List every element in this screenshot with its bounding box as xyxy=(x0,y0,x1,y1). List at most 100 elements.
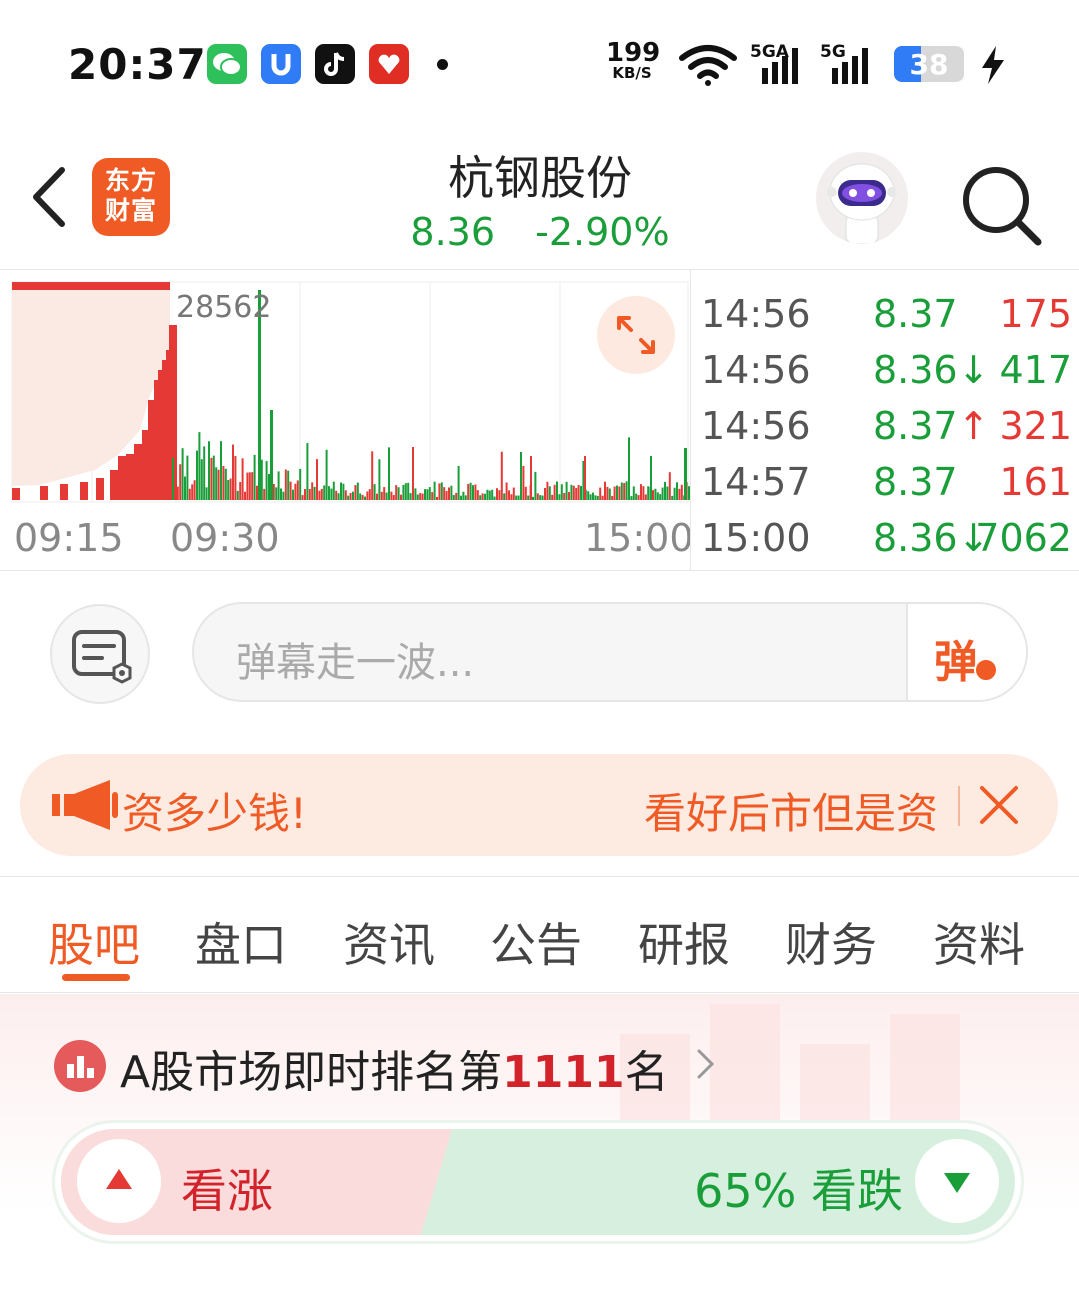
peak-volume-label: 28562 xyxy=(176,290,272,325)
ai-assistant-avatar[interactable] xyxy=(816,152,908,244)
intraday-volume-chart[interactable]: 28562 09:15 09:30 15:00 xyxy=(0,270,694,570)
volume-bar xyxy=(637,495,640,500)
volume-bar xyxy=(524,486,527,500)
volume-bar xyxy=(623,483,626,500)
close-icon[interactable] xyxy=(974,780,1024,830)
trade-row: 14:56 8.37↑ 321 xyxy=(691,404,1079,460)
volume-bar xyxy=(277,471,280,500)
market-ranking-link[interactable]: A股市场即时排名第1111名 xyxy=(120,1036,669,1100)
danmu-send-label: 弹 xyxy=(934,637,978,688)
eastmoney-logo[interactable]: 东方 财富 xyxy=(92,158,170,236)
vote-up-button[interactable] xyxy=(77,1139,161,1223)
volume-bar xyxy=(176,486,179,500)
danmu-settings-button[interactable] xyxy=(50,604,150,704)
search-icon[interactable] xyxy=(958,162,1044,248)
volume-bar xyxy=(385,492,388,500)
status-bar: 20:37 199 KB/S 5GA 5G 38 xyxy=(0,0,1079,130)
volume-bar xyxy=(630,496,633,500)
pinduoduo-icon xyxy=(369,44,409,84)
volume-bar xyxy=(383,487,386,500)
volume-bar xyxy=(560,484,563,500)
volume-bar xyxy=(594,495,597,500)
trade-row: 14:56 8.36↓ 417 xyxy=(691,348,1079,404)
volume-bar xyxy=(361,494,364,500)
volume-bar xyxy=(400,494,402,500)
volume-bar xyxy=(193,480,196,500)
volume-bar xyxy=(205,487,208,500)
tab-announcements[interactable]: 公告 xyxy=(490,909,582,975)
volume-bar xyxy=(234,456,237,500)
volume-bar xyxy=(289,481,292,500)
volume-bar xyxy=(673,487,676,500)
volume-bar xyxy=(220,441,222,500)
volume-bar xyxy=(325,449,328,500)
trade-volume: 175 xyxy=(999,292,1072,336)
volume-bar xyxy=(236,490,239,500)
clock: 20:37 xyxy=(68,40,207,89)
danmu-send-button[interactable]: 弹 xyxy=(906,604,1026,700)
volume-bar xyxy=(188,488,191,500)
volume-bar xyxy=(558,494,561,500)
tab-financials[interactable]: 财务 xyxy=(785,909,877,975)
volume-bar xyxy=(320,488,323,500)
trade-price: 8.36↓ xyxy=(873,348,990,392)
trade-price: 8.37 xyxy=(873,460,958,504)
volume-bar xyxy=(462,491,465,500)
vote-down-button[interactable] xyxy=(915,1139,999,1223)
volume-bar xyxy=(191,484,194,500)
volume-bar xyxy=(280,488,282,500)
volume-bar xyxy=(604,481,606,500)
trade-time: 14:56 xyxy=(701,292,811,336)
volume-bar xyxy=(284,469,287,500)
volume-bar xyxy=(179,464,182,500)
volume-bar xyxy=(464,495,467,500)
volume-bar xyxy=(318,490,321,500)
trade-price: 8.37 xyxy=(873,292,958,336)
volume-bar xyxy=(433,481,436,500)
volume-spike xyxy=(520,452,522,500)
time-label-open: 09:15 xyxy=(14,516,124,560)
volume-bar xyxy=(134,444,142,500)
volume-bar xyxy=(565,481,568,500)
volume-bar xyxy=(676,482,678,500)
volume-bar xyxy=(467,483,470,500)
time-label-930: 09:30 xyxy=(170,516,280,560)
volume-bar xyxy=(620,482,623,500)
volume-bar xyxy=(316,459,318,500)
volume-bar xyxy=(198,432,201,500)
trade-volume: 7062 xyxy=(975,516,1072,560)
volume-bar xyxy=(642,486,645,500)
volume-bar xyxy=(340,482,342,500)
check-badge-icon xyxy=(974,658,998,682)
triangle-up-icon xyxy=(106,1169,132,1189)
expand-chart-button[interactable] xyxy=(597,296,675,374)
volume-bar xyxy=(455,492,458,500)
tab-news[interactable]: 资讯 xyxy=(343,909,435,975)
volume-bar xyxy=(404,483,407,500)
volume-bar xyxy=(241,458,244,500)
volume-bar xyxy=(239,481,242,500)
volume-bar xyxy=(541,495,544,500)
volume-bar xyxy=(505,482,508,500)
volume-bar xyxy=(635,493,638,500)
volume-bar xyxy=(388,447,390,500)
danmu-input[interactable]: 弹幕走一波... 弹 xyxy=(192,602,1028,702)
volume-bar xyxy=(668,472,671,500)
tab-research[interactable]: 研报 xyxy=(638,909,730,975)
volume-bar xyxy=(436,496,438,500)
volume-spike xyxy=(650,456,652,500)
volume-bar xyxy=(232,444,234,500)
chevron-right-icon[interactable] xyxy=(694,1046,718,1082)
volume-bar xyxy=(671,495,674,500)
tab-guba[interactable]: 股吧 xyxy=(48,909,140,975)
notice-banner[interactable]: 资多少钱! 看好后市但是资 xyxy=(20,754,1058,856)
volume-bar xyxy=(414,488,417,500)
volume-bar xyxy=(224,468,227,500)
tab-profile[interactable]: 资料 xyxy=(933,909,1025,975)
volume-bar xyxy=(577,484,580,500)
volume-bar xyxy=(292,489,294,500)
tab-pankou[interactable]: 盘口 xyxy=(195,909,287,975)
volume-bar xyxy=(306,443,309,500)
volume-bar xyxy=(680,484,683,500)
back-icon[interactable] xyxy=(24,162,74,232)
